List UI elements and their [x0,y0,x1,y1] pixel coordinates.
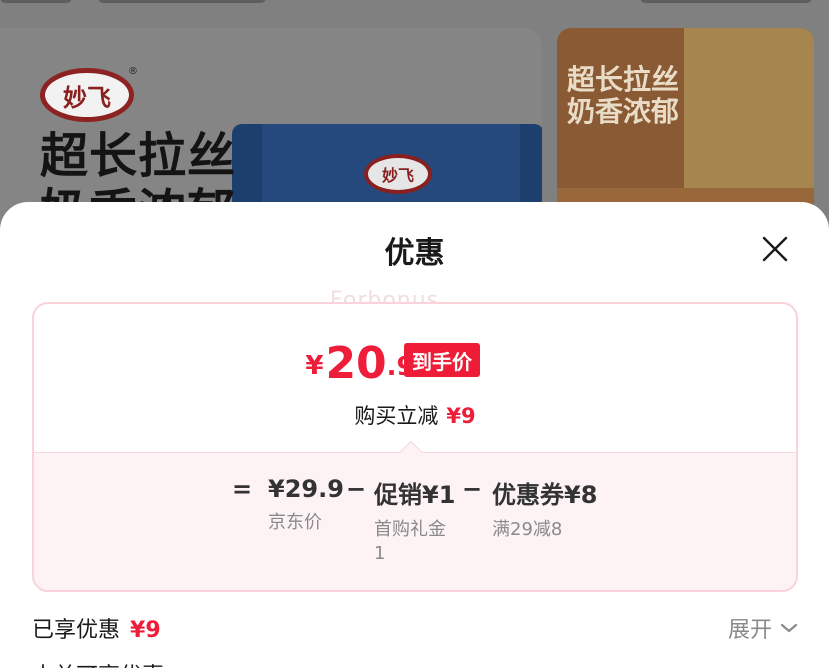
jd-price-value: ¥29.9 [268,475,344,503]
minus-sign: − [462,475,483,503]
instant-discount: 购买立减 ¥9 [34,400,796,430]
coupon-label: 满29减8 [492,519,563,540]
final-price-badge: 到手价 [404,343,480,377]
breakdown-item-jd-price: ¥29.9 京东价 [268,475,344,535]
side-banner-text: 超长拉丝 奶香浓郁 [567,63,680,128]
expand-button[interactable]: 展开 [728,612,798,644]
breakdown-item-promotion: 促销¥1 首购礼金 1 [374,475,455,566]
enjoyed-discount-label: 已享优惠 [32,618,121,643]
currency-symbol: ¥ [305,351,324,381]
coupon-value: 优惠券¥8 [492,481,598,509]
expand-label: 展开 [727,618,772,643]
breakdown-item-coupon: 优惠券¥8 满29减8 [492,475,597,542]
close-icon [762,236,788,262]
instant-discount-amount: ¥9 [446,404,476,428]
enjoyed-discount-amount: ¥9 [130,618,161,643]
next-section-title: 本单可享优惠 [32,658,164,668]
discount-sheet: 优惠 Forbonus ¥ 20 .9 到手价 购买立减 ¥9 = ¥29.9 … [0,202,829,668]
sheet-title: 优惠 [384,236,445,271]
price-breakdown: = ¥29.9 京东价 − 促销¥1 首购礼金 1 − 优惠券¥8 满29减8 [34,452,796,590]
product-banner: 妙飞 ® 超长拉丝 奶香浓郁 妙飞 [0,28,542,228]
promotion-value: 促销¥1 [374,481,456,509]
top-bar-search [98,0,266,3]
top-bar-button [0,0,72,3]
equals-sign: = [232,475,253,503]
close-button[interactable] [754,228,796,270]
brand-logo: 妙飞 [40,68,134,122]
top-bar-actions [640,0,812,3]
promotion-label: 首购礼金 1 [374,519,446,564]
price-integer: 20 [325,338,387,389]
instant-discount-label: 购买立减 [354,404,439,428]
enjoyed-discount-row: 已享优惠 ¥9 展开 [32,612,798,644]
package-logo: 妙飞 [364,154,432,194]
side-banner: 超长拉丝 奶香浓郁 [557,28,814,228]
enjoyed-discount: 已享优惠 ¥9 [32,612,161,644]
jd-price-label: 京东价 [268,512,322,533]
chevron-down-icon [780,623,798,633]
price-card: ¥ 20 .9 到手价 购买立减 ¥9 = ¥29.9 京东价 − 促销¥1 首… [32,302,798,592]
minus-sign: − [346,475,367,503]
